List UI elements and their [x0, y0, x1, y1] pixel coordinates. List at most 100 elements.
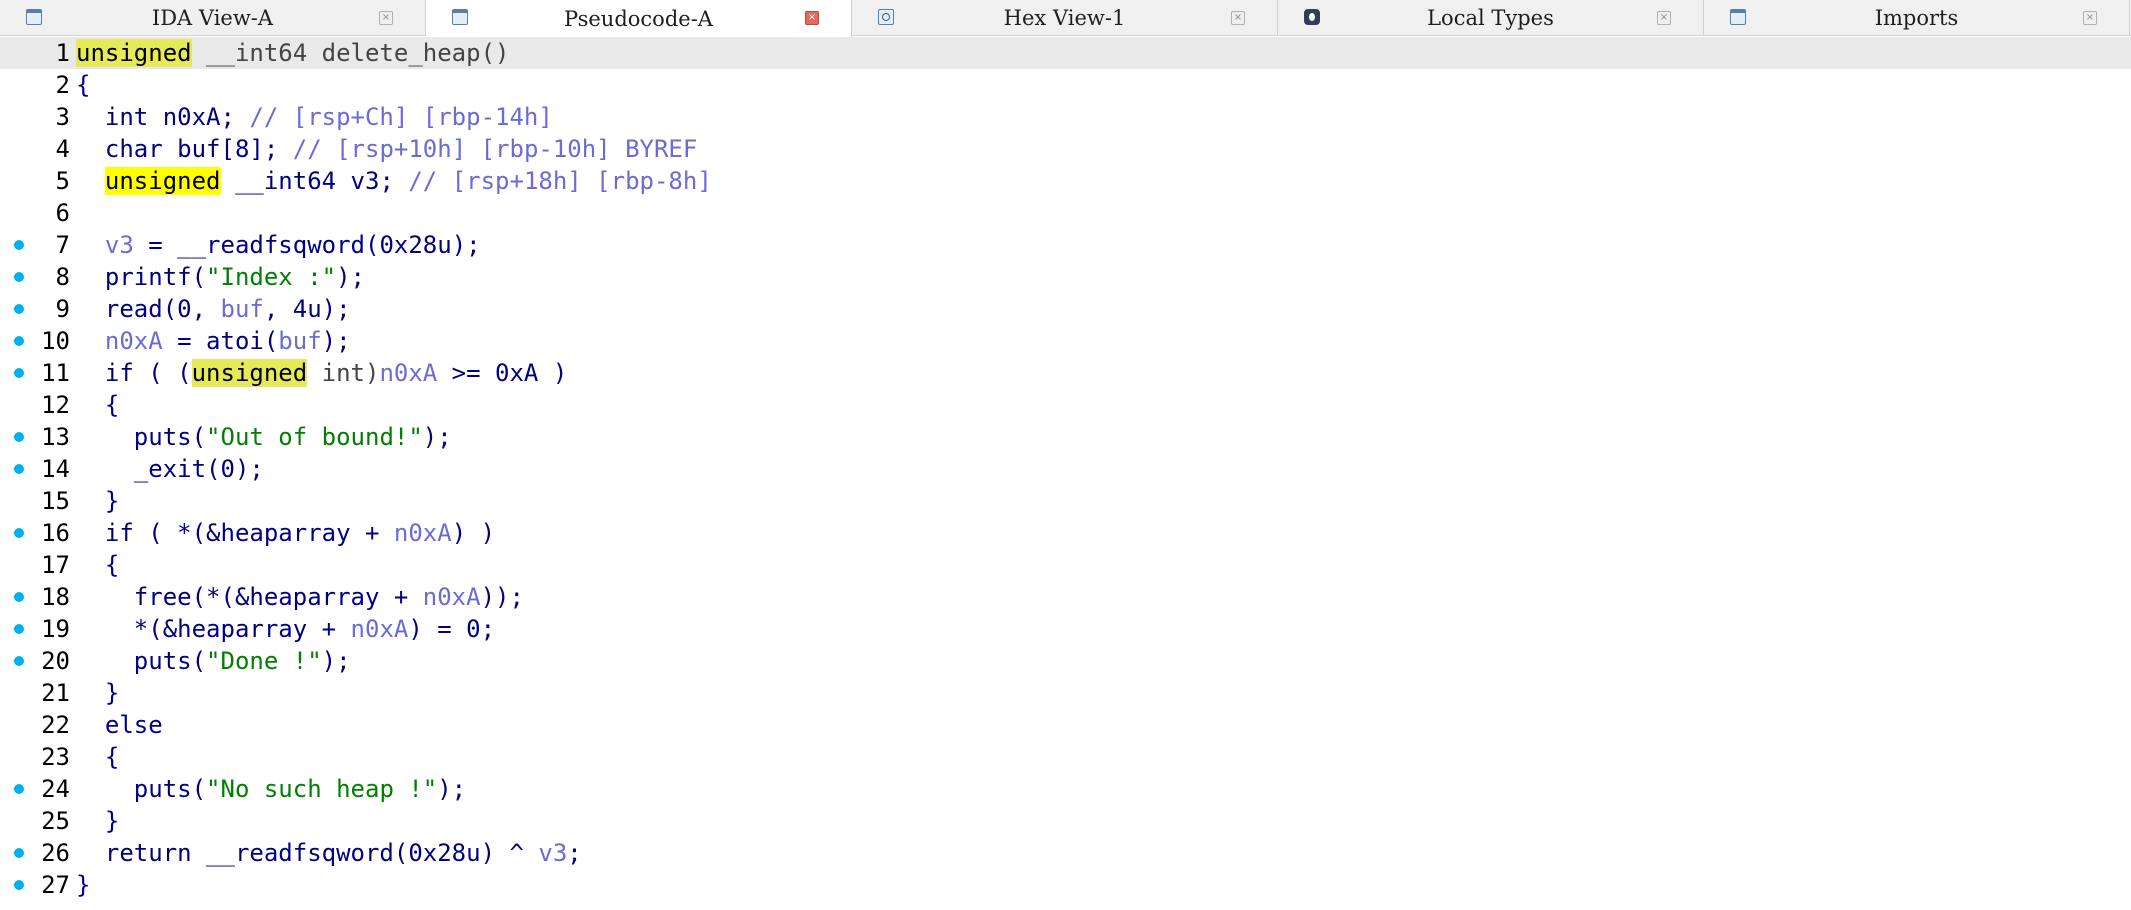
breakpoint-dot-icon[interactable] — [14, 528, 24, 538]
tab-pseudocode-a[interactable]: Pseudocode-A × — [426, 0, 852, 37]
code-token[interactable]: v3 — [538, 839, 567, 867]
code-text[interactable]: } — [76, 805, 119, 837]
code-token[interactable]: { — [76, 743, 119, 771]
code-token[interactable] — [76, 167, 105, 195]
close-icon[interactable]: × — [2083, 11, 2097, 25]
code-token[interactable]: return __readfsqword(0x28u) ^ — [76, 839, 538, 867]
code-text[interactable]: _exit(0); — [76, 453, 264, 485]
code-text[interactable]: { — [76, 549, 119, 581]
code-text[interactable]: else — [76, 709, 163, 741]
code-token[interactable]: n0xA — [105, 327, 163, 355]
code-token[interactable]: "Index :" — [206, 263, 336, 291]
breakpoint-dot-icon[interactable] — [14, 336, 24, 346]
breakpoint-dot-icon[interactable] — [14, 240, 24, 250]
code-token[interactable]: buf — [221, 295, 264, 323]
code-token[interactable]: ) = 0; — [408, 615, 495, 643]
highlighted-token[interactable]: unsigned — [104, 167, 221, 195]
code-text[interactable]: if ( *(&heaparray + n0xA) ) — [76, 517, 495, 549]
code-text[interactable]: } — [76, 677, 119, 709]
code-line[interactable]: 11 if ( (unsigned int)n0xA >= 0xA ) — [0, 357, 2131, 389]
code-text[interactable]: printf("Index :"); — [76, 261, 365, 293]
code-line[interactable]: 13 puts("Out of bound!"); — [0, 421, 2131, 453]
code-token[interactable]: ); — [423, 423, 452, 451]
code-text[interactable]: unsigned __int64 v3; // [rsp+18h] [rbp-8… — [76, 165, 712, 197]
code-token[interactable]: = atoi( — [163, 327, 278, 355]
code-line[interactable]: 12 { — [0, 389, 2131, 421]
code-token[interactable]: printf( — [76, 263, 206, 291]
code-text[interactable]: free(*(&heaparray + n0xA)); — [76, 581, 524, 613]
code-text[interactable]: n0xA = atoi(buf); — [76, 325, 351, 357]
breakpoint-dot-icon[interactable] — [14, 432, 24, 442]
code-line[interactable]: 15 } — [0, 485, 2131, 517]
code-token[interactable]: *(&heaparray + — [76, 615, 351, 643]
code-line[interactable]: 21 } — [0, 677, 2131, 709]
breakpoint-dot-icon[interactable] — [14, 848, 24, 858]
code-line[interactable]: 6 — [0, 197, 2131, 229]
code-token[interactable]: ) ) — [452, 519, 495, 547]
code-line[interactable]: 18 free(*(&heaparray + n0xA)); — [0, 581, 2131, 613]
code-token[interactable]: // [rsp+18h] [rbp-8h] — [408, 167, 711, 195]
code-line[interactable]: 19 *(&heaparray + n0xA) = 0; — [0, 613, 2131, 645]
code-token[interactable]: } — [76, 871, 90, 899]
code-token[interactable] — [76, 231, 105, 259]
code-token[interactable]: char buf[8]; — [76, 135, 293, 163]
code-token[interactable]: puts( — [76, 423, 206, 451]
code-text[interactable]: *(&heaparray + n0xA) = 0; — [76, 613, 495, 645]
code-token[interactable]: ); — [322, 647, 351, 675]
code-token[interactable]: // [rsp+10h] [rbp-10h] BYREF — [293, 135, 698, 163]
code-token[interactable]: free(*(&heaparray + — [76, 583, 423, 611]
code-text[interactable]: char buf[8]; // [rsp+10h] [rbp-10h] BYRE… — [76, 133, 697, 165]
code-token[interactable]: if ( *(&heaparray + — [76, 519, 394, 547]
breakpoint-dot-icon[interactable] — [14, 592, 24, 602]
breakpoint-dot-icon[interactable] — [14, 304, 24, 314]
breakpoint-dot-icon[interactable] — [14, 656, 24, 666]
code-token[interactable]: int) — [307, 359, 380, 387]
code-token[interactable]: "Out of bound!" — [206, 423, 423, 451]
code-line[interactable]: 16 if ( *(&heaparray + n0xA) ) — [0, 517, 2131, 549]
tab-ida-view-a[interactable]: IDA View-A × — [0, 0, 426, 36]
code-text[interactable]: { — [76, 69, 90, 101]
code-token[interactable]: buf — [278, 327, 321, 355]
code-token[interactable]: n0xA — [379, 359, 437, 387]
code-token[interactable]: "Done !" — [206, 647, 322, 675]
breakpoint-dot-icon[interactable] — [14, 368, 24, 378]
code-line[interactable]: 8 printf("Index :"); — [0, 261, 2131, 293]
code-token[interactable]: >= 0xA ) — [437, 359, 568, 387]
code-line[interactable]: 23 { — [0, 741, 2131, 773]
code-token[interactable]: // [rsp+Ch] [rbp-14h] — [249, 103, 552, 131]
highlighted-token[interactable]: unsigned — [191, 359, 308, 387]
code-text[interactable]: } — [76, 869, 90, 901]
code-token[interactable]: } — [76, 487, 119, 515]
breakpoint-dot-icon[interactable] — [14, 880, 24, 890]
code-token[interactable]: n0xA — [423, 583, 481, 611]
code-line[interactable]: 10 n0xA = atoi(buf); — [0, 325, 2131, 357]
breakpoint-dot-icon[interactable] — [14, 784, 24, 794]
code-token[interactable]: ); — [322, 327, 351, 355]
close-icon[interactable]: × — [1657, 11, 1671, 25]
tab-hex-view-1[interactable]: Hex View-1 × — [852, 0, 1278, 36]
code-line[interactable]: 5 unsigned __int64 v3; // [rsp+18h] [rbp… — [0, 165, 2131, 197]
code-token[interactable]: { — [76, 391, 119, 419]
code-text[interactable]: if ( (unsigned int)n0xA >= 0xA ) — [76, 357, 567, 389]
code-text[interactable]: v3 = __readfsqword(0x28u); — [76, 229, 481, 261]
tab-imports[interactable]: Imports × — [1704, 0, 2130, 36]
code-line[interactable]: 9 read(0, buf, 4u); — [0, 293, 2131, 325]
code-token[interactable]: ); — [336, 263, 365, 291]
code-token[interactable]: ); — [437, 775, 466, 803]
code-line[interactable]: 20 puts("Done !"); — [0, 645, 2131, 677]
code-token[interactable]: __int64 delete_heap() — [192, 39, 509, 67]
code-line[interactable]: 25 } — [0, 805, 2131, 837]
code-text[interactable]: puts("No such heap !"); — [76, 773, 466, 805]
code-line[interactable]: 17 { — [0, 549, 2131, 581]
close-icon[interactable]: × — [805, 11, 819, 25]
breakpoint-dot-icon[interactable] — [14, 624, 24, 634]
code-line[interactable]: 27} — [0, 869, 2131, 901]
code-line[interactable]: 2{ — [0, 69, 2131, 101]
code-line[interactable]: 4 char buf[8]; // [rsp+10h] [rbp-10h] BY… — [0, 133, 2131, 165]
pseudocode-editor[interactable]: 1 unsigned __int64 delete_heap() 2{3 int n… — [0, 37, 2131, 910]
code-token[interactable]: ; — [567, 839, 581, 867]
code-line[interactable]: 3 int n0xA; // [rsp+Ch] [rbp-14h] — [0, 101, 2131, 133]
code-text[interactable]: int n0xA; // [rsp+Ch] [rbp-14h] — [76, 101, 553, 133]
code-token[interactable]: n0xA — [394, 519, 452, 547]
code-token[interactable]: } — [76, 679, 119, 707]
